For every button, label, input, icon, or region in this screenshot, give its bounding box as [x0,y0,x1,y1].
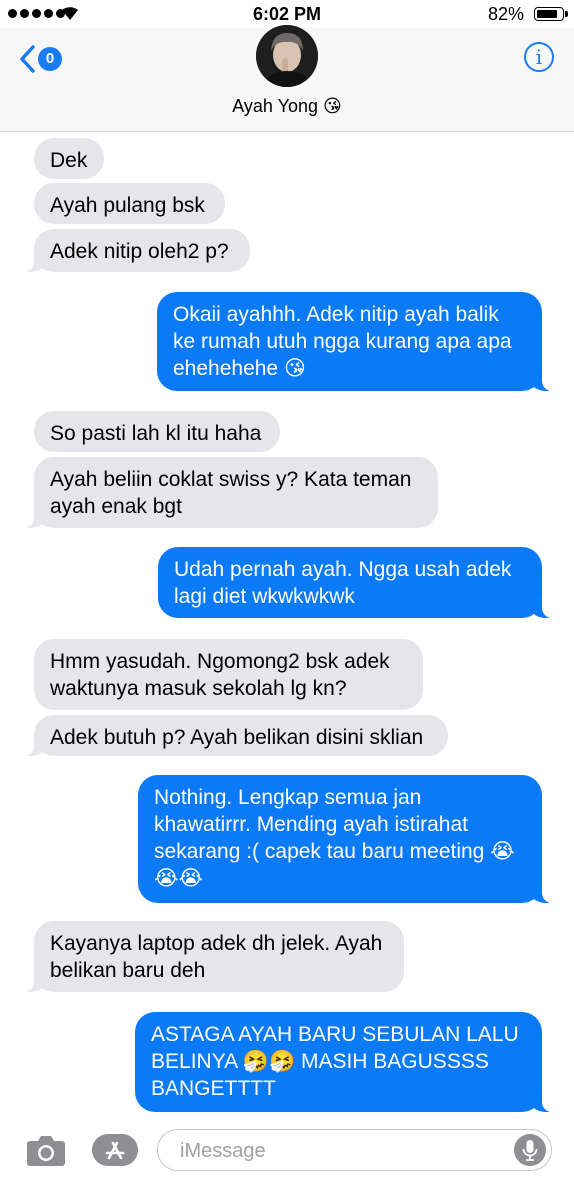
info-icon: i [535,45,543,69]
app-store-icon [105,1141,125,1160]
back-button[interactable]: 0 [18,44,62,74]
microphone-icon [522,1140,538,1161]
camera-icon [27,1136,65,1166]
message-thread[interactable]: Dek Ayah pulang bsk Adek nitip oleh2 p? … [0,132,574,1115]
microphone-button[interactable] [514,1134,546,1166]
info-button[interactable]: i [524,42,554,72]
unread-count-badge: 0 [38,47,62,71]
battery-percentage: 82% [487,4,524,24]
incoming-message[interactable]: Ayah pulang bsk [34,183,225,224]
conversation-header: 0 Ayah Yong 😘 i [0,25,574,132]
incoming-message[interactable]: Adek butuh p? Ayah belikan disini sklian [24,715,448,756]
incoming-message[interactable]: Dek [34,138,104,179]
status-bar: 6:02 PM 82% [0,0,574,28]
imessage-field[interactable] [157,1129,552,1171]
contact-emoji: 😘 [323,96,342,116]
outgoing-message[interactable]: Nothing. Lengkap semua jan khawatirrr. M… [138,775,552,903]
incoming-message[interactable]: Kayanya laptop adek dh jelek. Ayah belik… [24,921,404,992]
app-store-button[interactable] [92,1134,138,1166]
contact-name[interactable]: Ayah Yong 😘 [0,96,574,117]
contact-avatar[interactable] [256,25,318,87]
message-input[interactable] [178,1136,512,1166]
camera-button[interactable] [26,1133,66,1172]
outgoing-message[interactable]: ASTAGA AYAH BARU SEBULAN LALU BELINYA 🤧🤧… [135,1012,552,1112]
incoming-message[interactable]: Ayah beliin coklat swiss y? Kata teman a… [24,457,438,528]
battery-icon [534,7,568,21]
incoming-message[interactable]: Hmm yasudah. Ngomong2 bsk adek waktunya … [34,639,423,710]
outgoing-message[interactable]: Udah pernah ayah. Ngga usah adek lagi di… [158,547,552,618]
outgoing-message[interactable]: Okaii ayahhh. Adek nitip ayah balik ke r… [157,292,552,391]
incoming-message[interactable]: So pasti lah kl itu haha [34,411,280,452]
chevron-left-icon [20,45,35,73]
contact-name-text: Ayah Yong [232,96,318,116]
incoming-message[interactable]: Adek nitip oleh2 p? [24,229,250,272]
message-input-bar [0,1117,574,1200]
